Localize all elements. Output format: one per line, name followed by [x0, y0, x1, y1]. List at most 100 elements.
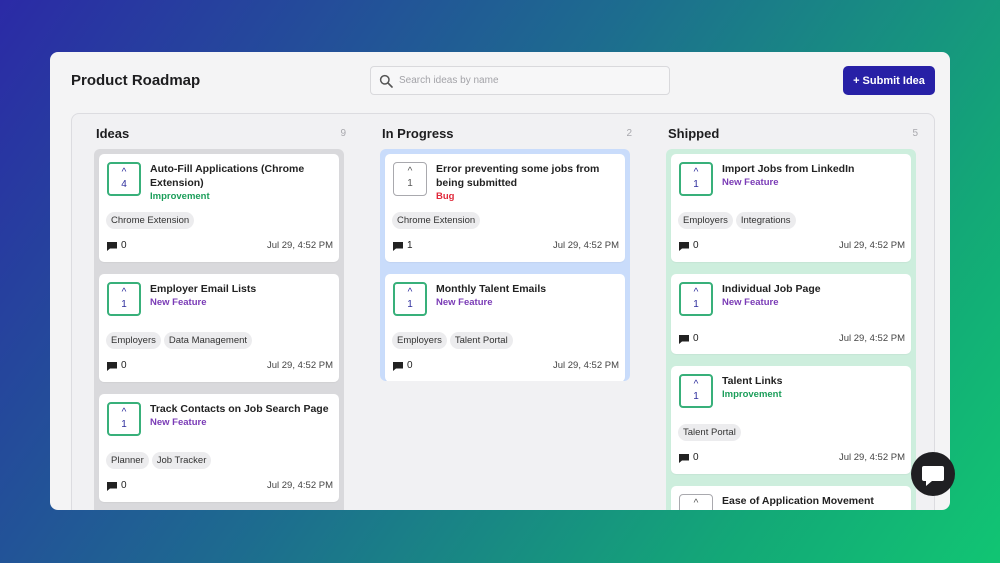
tag-list: Chrome Extension — [106, 210, 197, 229]
chevron-up-icon: ^ — [693, 287, 699, 298]
comment-icon — [393, 242, 403, 251]
chevron-up-icon: ^ — [121, 287, 127, 298]
column-count: 9 — [340, 128, 346, 139]
comment-count: 0 — [121, 360, 127, 371]
idea-timestamp: Jul 29, 4:52 PM — [266, 480, 333, 491]
idea-type-label: New Feature — [436, 297, 493, 308]
tag-chip[interactable]: Data Management — [163, 332, 253, 349]
upvote-button[interactable]: ^1 — [679, 282, 713, 316]
tag-list: Talent Portal — [678, 422, 744, 441]
idea-title: Auto-Fill Applications (Chrome Extension… — [150, 163, 305, 189]
tag-chip[interactable]: Employers — [678, 212, 733, 229]
lane-shipped: ^ 1 Import Jobs from LinkedIn New Feature Em… — [666, 149, 916, 510]
column-ideas: Ideas 9 ^ 4 Auto-Fill Applications (Chrome… — [94, 114, 346, 510]
idea-title: Individual Job Page — [722, 283, 821, 295]
column-header: In Progress 2 — [380, 126, 632, 144]
vote-count: 1 — [407, 178, 413, 189]
idea-card[interactable]: ^ 1 Track Contacts on Job Search Page New F… — [99, 394, 339, 502]
comment-count: 0 — [407, 360, 413, 371]
comment-count: 0 — [693, 452, 699, 463]
idea-card[interactable]: ^ 1 Employer Email Lists New Feature Employe… — [99, 274, 339, 382]
idea-card[interactable]: ^ 4 Auto-Fill Applications (Chrome Extensi… — [99, 154, 339, 262]
card-footer: 0 Jul 29, 4:52 PM — [107, 240, 333, 252]
column-header: Ideas 9 — [94, 126, 346, 144]
upvote-button[interactable]: ^1 — [393, 162, 427, 196]
comment-icon — [107, 362, 117, 371]
vote-count: 1 — [121, 419, 127, 430]
tag-list: Employers Data Management — [106, 330, 255, 349]
upvote-button[interactable]: ^1 — [679, 162, 713, 196]
search-icon — [379, 74, 393, 88]
idea-title: Ease of Application Movement Improvement — [722, 495, 874, 510]
tag-list: Chrome Extension — [392, 210, 483, 229]
tag-chip[interactable]: Employers — [392, 332, 447, 349]
comment-count: 0 — [121, 480, 127, 491]
idea-title: Import Jobs from LinkedIn — [722, 163, 855, 175]
idea-title: Talent Links — [722, 375, 783, 387]
tag-list: Planner Job Tracker — [106, 450, 214, 469]
tag-chip[interactable]: Talent Portal — [678, 424, 741, 441]
upvote-button[interactable]: ^ 4 — [107, 162, 141, 196]
idea-title: Track Contacts on Job Search Page — [150, 403, 329, 415]
card-footer: 0 Jul 29, 4:52 PM — [107, 360, 333, 372]
idea-type-label: New Feature — [722, 297, 779, 308]
idea-type-label: Improvement — [150, 191, 210, 202]
idea-card[interactable]: ^ 1 Individual Job Page New Feature 0 Jul 29,… — [671, 274, 911, 354]
idea-timestamp: Jul 29, 4:52 PM — [838, 452, 905, 463]
idea-type-label: Bug — [436, 191, 455, 202]
search-box[interactable] — [370, 66, 670, 95]
idea-type-label: New Feature — [150, 297, 207, 308]
upvote-button[interactable]: ^1 — [679, 374, 713, 408]
tag-chip[interactable]: Job Tracker — [151, 452, 212, 469]
card-footer: 0 Jul 29, 4:52 PM — [679, 333, 905, 345]
comment-icon — [393, 362, 403, 371]
card-footer: 1 Jul 29, 4:52 PM — [393, 240, 619, 252]
chevron-up-icon: ^ — [693, 379, 699, 390]
page-title: Product Roadmap — [71, 72, 201, 89]
vote-count: 1 — [407, 299, 413, 310]
idea-title: Monthly Talent Emails — [436, 283, 547, 295]
column-title: Ideas — [96, 126, 130, 141]
vote-count: 1 — [693, 299, 699, 310]
idea-title: Error preventing some jobs from being su… — [436, 163, 600, 189]
tag-chip[interactable]: Employers — [106, 332, 161, 349]
submit-idea-button[interactable]: + Submit Idea — [843, 66, 935, 95]
column-count: 5 — [912, 128, 918, 139]
chat-bubble-icon — [922, 466, 944, 486]
upvote-button[interactable]: ^1 — [679, 494, 713, 510]
idea-timestamp: Jul 29, 4:52 PM — [838, 240, 905, 251]
tag-chip[interactable]: Chrome Extension — [106, 212, 195, 229]
search-input[interactable] — [399, 67, 664, 94]
idea-timestamp: Jul 29, 4:52 PM — [838, 333, 905, 344]
roadmap-board: Ideas 9 ^ 4 Auto-Fill Applications (Chrome… — [71, 113, 935, 510]
upvote-button[interactable]: ^1 — [393, 282, 427, 316]
lane-ideas: ^ 4 Auto-Fill Applications (Chrome Extensi… — [94, 149, 344, 510]
column-title: Shipped — [668, 126, 720, 141]
idea-title: Employer Email Lists — [150, 283, 257, 295]
tag-chip[interactable]: Chrome Extension — [392, 212, 481, 229]
tag-chip[interactable]: Integrations — [735, 212, 796, 229]
upvote-button[interactable]: ^1 — [107, 282, 141, 316]
chevron-up-icon: ^ — [407, 287, 413, 298]
idea-timestamp: Jul 29, 4:52 PM — [552, 360, 619, 371]
chat-launcher-button[interactable] — [911, 452, 955, 496]
tag-chip[interactable]: Talent Portal — [449, 332, 513, 349]
tag-chip[interactable]: Planner — [106, 452, 149, 469]
column-in-progress: In Progress 2 ^ 1 Error preventing some jo… — [380, 114, 632, 510]
upvote-button[interactable]: ^1 — [107, 402, 141, 436]
idea-card[interactable]: ^ 1 Error preventing some jobs from being … — [385, 154, 625, 262]
tag-list: Employers Talent Portal — [392, 330, 516, 349]
idea-card[interactable]: ^1 Ease of Application Movement Improveme… — [671, 486, 911, 510]
card-footer: 0 Jul 29, 4:52 PM — [393, 360, 619, 372]
idea-type-label: New Feature — [150, 417, 207, 428]
top-bar: Product Roadmap + Submit Idea — [50, 52, 950, 112]
chevron-up-icon: ^ — [693, 498, 699, 509]
tag-list: Employers Integrations — [678, 210, 799, 229]
idea-timestamp: Jul 29, 4:52 PM — [552, 240, 619, 251]
comment-icon — [679, 335, 689, 344]
vote-count: 1 — [121, 299, 127, 310]
idea-card[interactable]: ^ 1 Talent Links Improvement Talent Portal 0 J… — [671, 366, 911, 474]
chevron-up-icon: ^ — [121, 407, 127, 418]
idea-card[interactable]: ^ 1 Monthly Talent Emails New Feature Employ… — [385, 274, 625, 381]
idea-card[interactable]: ^ 1 Import Jobs from LinkedIn New Feature Em… — [671, 154, 911, 262]
